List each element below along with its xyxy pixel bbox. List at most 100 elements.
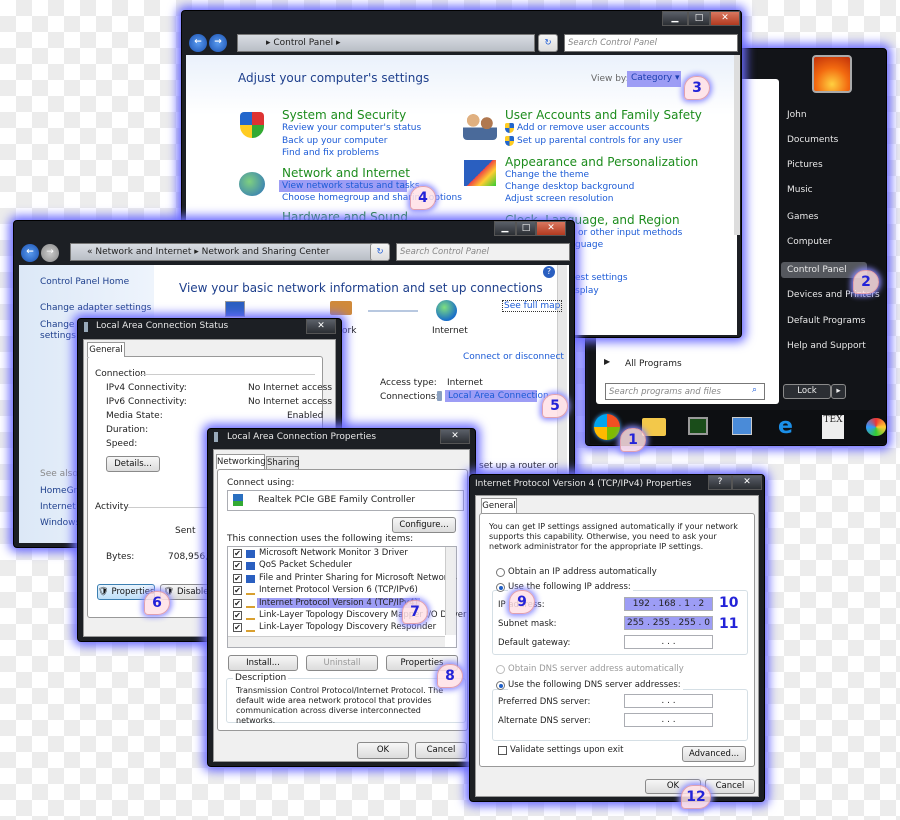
see-also-windows-firewall[interactable]: Windows [40,518,80,528]
item-checkbox[interactable]: ✔ [233,573,242,583]
link-back-up[interactable]: Back up your computer [282,136,388,146]
scrollbar[interactable] [734,55,740,235]
start-item-documents[interactable]: Documents [787,135,838,145]
list-item[interactable]: Internet Protocol Version 6 (TCP/IPv6) [257,585,420,595]
close-button[interactable]: ✕ [732,475,762,490]
help-icon[interactable]: ? [543,266,555,278]
link-screen-resolution[interactable]: Adjust screen resolution [505,194,613,204]
tab-sharing[interactable]: Sharing [266,456,300,469]
breadcrumb-network-internet[interactable]: Network and Internet [95,247,191,257]
back-button[interactable]: ← [189,34,207,52]
category-appearance[interactable]: Appearance and Personalization [505,155,698,169]
ok-button[interactable]: OK [357,742,409,759]
view-by-dropdown[interactable]: Category ▾ [627,71,681,87]
sidebar-change-advanced-sharing-2[interactable]: settings [40,331,76,341]
category-user-accounts[interactable]: User Accounts and Family Safety [505,108,702,122]
cancel-button[interactable]: Cancel [705,779,755,794]
details-button[interactable]: Details... [106,456,160,472]
lock-options-arrow[interactable]: ▸ [831,384,846,399]
item-checkbox[interactable]: ✔ [233,549,242,558]
item-checkbox[interactable]: ✔ [233,598,242,608]
vertical-scrollbar[interactable] [445,547,456,635]
user-avatar[interactable] [812,55,852,93]
start-search-input[interactable]: Search programs and files [605,383,765,400]
tab-general[interactable]: General [87,342,125,357]
start-item-games[interactable]: Games [787,212,818,222]
start-item-pictures[interactable]: Pictures [787,160,823,170]
close-button[interactable]: ✕ [440,429,470,444]
tex-icon[interactable]: TEX [822,415,844,439]
refresh-button[interactable]: ↻ [370,243,390,261]
obtain-ip-auto-radio[interactable] [496,568,505,577]
link-view-network-status[interactable]: View network status and tasks [279,180,420,192]
tab-general[interactable]: General [481,498,517,513]
category-network-internet[interactable]: Network and Internet [282,166,410,180]
item-checkbox[interactable]: ✔ [233,586,242,596]
tab-networking[interactable]: Networking [216,454,266,469]
local-area-connection-link[interactable]: Local Area Connection [445,390,549,402]
list-item[interactable]: QoS Packet Scheduler [257,560,354,570]
item-checkbox[interactable]: ✔ [233,561,242,571]
start-item-help-support[interactable]: Help and Support [787,341,866,351]
sharing-center-search-input[interactable]: Search Control Panel [396,243,570,261]
forward-button[interactable]: → [41,244,59,262]
maximize-button[interactable]: □ [516,221,536,236]
install-button[interactable]: Install... [228,655,298,671]
list-item[interactable]: Microsoft Network Monitor 3 Driver [257,548,410,558]
breadcrumb-sharing-center[interactable]: Network and Sharing Center [202,247,330,257]
address-bar[interactable]: « Network and Internet ▸ Network and Sha… [70,243,388,261]
close-button[interactable]: ✕ [306,319,336,334]
list-item[interactable]: Link-Layer Topology Discovery Mapper I/O… [257,610,468,620]
start-item-default-programs[interactable]: Default Programs [787,316,865,326]
help-button[interactable]: ? [708,475,732,490]
use-following-ip-radio[interactable] [496,583,505,592]
link-suggest-settings[interactable]: est settings [575,273,628,283]
maximize-button[interactable]: □ [688,11,710,26]
item-checkbox[interactable]: ✔ [233,611,242,620]
address-bar[interactable]: ▸ Control Panel ▸ [237,34,535,52]
all-programs[interactable]: All Programs [625,359,682,369]
cancel-button[interactable]: Cancel [415,742,467,759]
configure-button[interactable]: Configure... [392,517,456,533]
lock-button[interactable]: Lock [783,384,831,399]
link-review-status[interactable]: Review your computer's status [282,123,421,133]
explorer-icon[interactable] [642,418,666,436]
list-item[interactable]: File and Printer Sharing for Microsoft N… [257,573,459,583]
paint-icon[interactable] [866,418,886,436]
link-input-methods[interactable]: or other input methods [578,228,682,238]
link-desktop-background[interactable]: Change desktop background [505,182,634,192]
monitor-icon[interactable] [688,417,708,435]
minimize-button[interactable]: ▁ [662,11,688,26]
internet-explorer-icon[interactable]: e [778,414,793,439]
link-add-remove-users[interactable]: Add or remove user accounts [517,123,649,133]
validate-checkbox[interactable] [498,746,507,755]
preferred-dns-input[interactable]: . . . [624,694,713,708]
category-system-security[interactable]: System and Security [282,108,406,122]
start-item-music[interactable]: Music [787,185,813,195]
advanced-button[interactable]: Advanced... [682,746,746,762]
link-find-fix[interactable]: Find and fix problems [282,148,379,158]
link-optimize-display[interactable]: splay [575,286,599,296]
see-full-map-link[interactable]: See full map [502,300,563,312]
start-orb-icon[interactable] [594,414,620,440]
start-item-user[interactable]: John [787,110,807,120]
link-display-language[interactable]: guage [575,240,603,250]
default-gateway-input[interactable]: . . . [624,635,713,649]
list-item[interactable]: Internet Protocol Version 4 (TCP/IPv4) [257,597,420,608]
alternate-dns-input[interactable]: . . . [624,713,713,727]
sidebar-control-panel-home[interactable]: Control Panel Home [40,277,129,287]
link-change-theme[interactable]: Change the theme [505,170,589,180]
ip-address-input[interactable]: 192 . 168 . 1 . 2 [624,597,713,611]
item-checkbox[interactable]: ✔ [233,623,242,633]
refresh-button[interactable]: ↻ [538,34,558,52]
use-following-dns-radio[interactable] [496,681,505,690]
sidebar-change-adapter-settings[interactable]: Change adapter settings [40,303,151,313]
breadcrumb-control-panel[interactable]: Control Panel [273,38,333,48]
control-panel-search-input[interactable]: Search Control Panel [564,34,738,52]
close-button[interactable]: ✕ [536,221,566,236]
link-parental-controls[interactable]: Set up parental controls for any user [517,136,682,146]
subnet-mask-input[interactable]: 255 . 255 . 255 . 0 [624,616,713,630]
control-panel-icon[interactable] [732,417,752,435]
close-button[interactable]: ✕ [710,11,740,26]
horizontal-scrollbar[interactable] [228,636,445,647]
